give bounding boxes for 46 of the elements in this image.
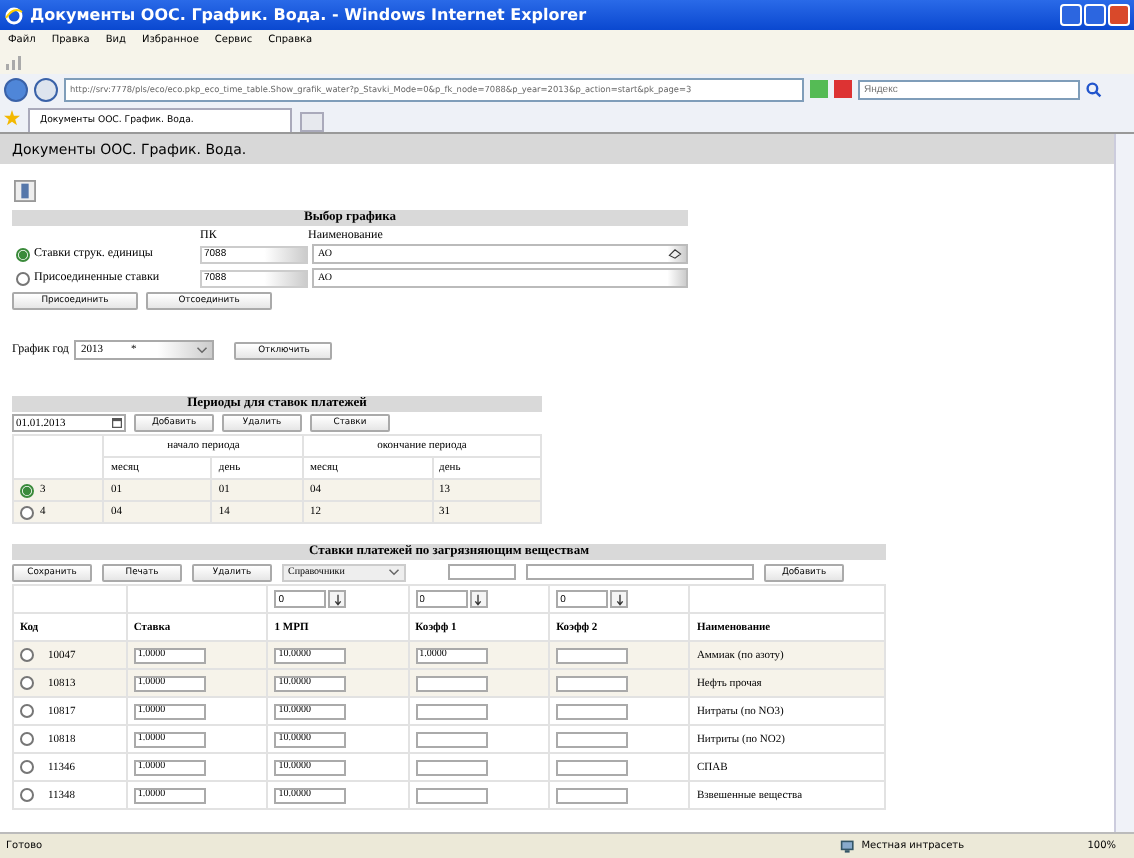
down-arrow-icon <box>474 593 483 605</box>
minimize-button[interactable] <box>1060 4 1082 26</box>
eraser-icon[interactable] <box>668 248 682 260</box>
name-input-field[interactable] <box>526 564 754 580</box>
radio-button[interactable] <box>16 247 30 261</box>
coefficient-field[interactable] <box>556 787 629 803</box>
coefficient-field[interactable] <box>556 703 629 719</box>
coefficient-field[interactable] <box>415 675 488 691</box>
fill-down-button[interactable] <box>328 590 347 608</box>
radio-button[interactable] <box>20 505 34 519</box>
down-arrow-icon <box>615 593 624 605</box>
fill-down-button[interactable] <box>469 590 488 608</box>
fill-down-button[interactable] <box>610 590 629 608</box>
radio-button[interactable] <box>20 676 34 690</box>
signal-bars-icon <box>6 54 22 70</box>
radio-button[interactable] <box>20 648 34 662</box>
coefficient-field[interactable] <box>556 675 629 691</box>
network-computer-icon <box>839 839 856 853</box>
down-arrow-icon <box>333 593 342 605</box>
radio-button[interactable] <box>16 271 30 285</box>
star-icon[interactable] <box>4 110 20 126</box>
coefficient-field[interactable] <box>556 759 629 775</box>
forward-button[interactable] <box>34 77 58 101</box>
caret-icon <box>388 568 400 576</box>
coefficient-field[interactable] <box>415 703 488 719</box>
code-input-field[interactable] <box>448 564 516 580</box>
window-title: Документы ООС. График. Вода. - Windows Internet Explorer <box>30 6 589 24</box>
coefficient-field[interactable] <box>415 759 488 775</box>
caret-icon <box>196 346 209 354</box>
coefficient-field[interactable] <box>556 731 629 747</box>
coefficient-field[interactable] <box>415 787 488 803</box>
coefficient-field[interactable] <box>556 647 629 663</box>
close-button[interactable] <box>1108 4 1130 26</box>
vertical-scrollbar[interactable] <box>1114 134 1134 832</box>
radio-button[interactable] <box>20 704 34 718</box>
radio-button[interactable] <box>20 732 34 746</box>
radio-button[interactable] <box>20 788 34 802</box>
calendar-icon[interactable] <box>112 418 122 428</box>
maximize-button[interactable] <box>1084 4 1106 26</box>
radio-button[interactable] <box>20 483 34 497</box>
coefficient-field[interactable] <box>415 731 488 747</box>
back-button[interactable] <box>4 77 28 101</box>
radio-button[interactable] <box>20 760 34 774</box>
browser-logo-icon <box>4 5 24 25</box>
document-icon[interactable] <box>14 180 36 202</box>
search-icon[interactable] <box>1086 81 1102 97</box>
